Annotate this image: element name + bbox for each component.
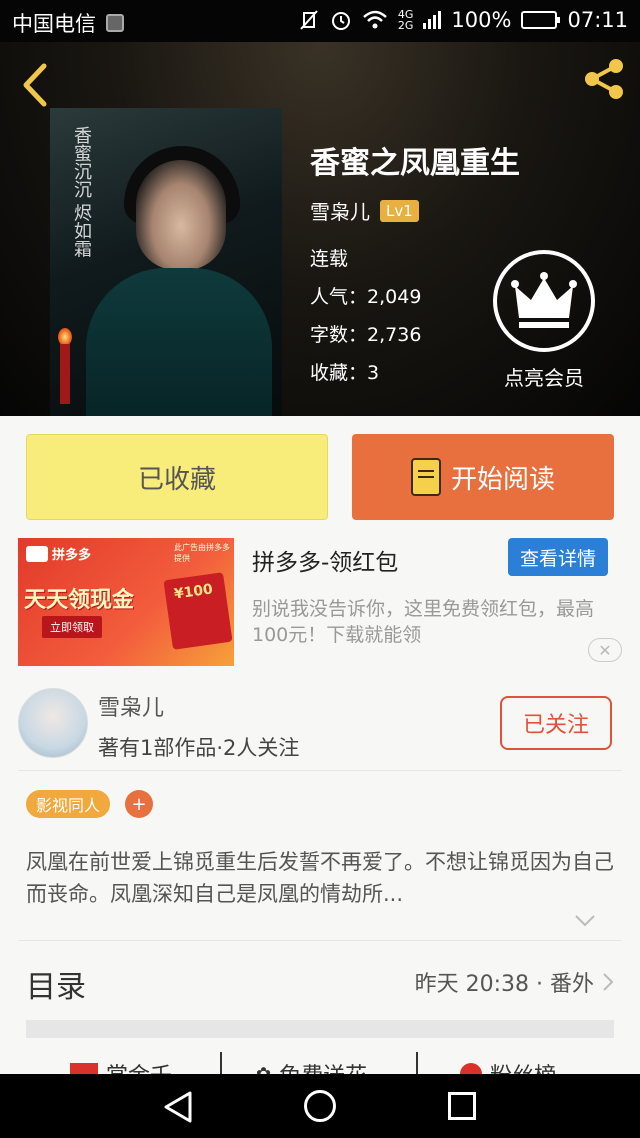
carrier-label: 中国电信 (12, 12, 96, 36)
avatar[interactable] (18, 688, 88, 758)
ad-brand-logo: 拼多多 (26, 544, 91, 563)
section-spacer (26, 1020, 614, 1038)
add-tag-button[interactable]: + (125, 790, 153, 818)
image-notification-icon (106, 14, 124, 32)
cover-calligraphy: 香蜜沉沉 烬如霜 (71, 126, 92, 258)
alarm-icon (331, 12, 350, 30)
collected-button[interactable]: 已收藏 (26, 434, 328, 520)
favorites-value: 3 (367, 362, 380, 384)
book-title: 香蜜之凤凰重生 (310, 146, 520, 181)
cover-face (136, 160, 226, 270)
tab-separator (220, 1052, 222, 1074)
wifi-icon (363, 10, 387, 29)
word-count-value: 2,736 (367, 324, 422, 346)
ad-banner-button: 立即领取 (42, 616, 102, 638)
tab-reward-label: 赏金壬 (106, 1058, 172, 1074)
crown-icon (511, 272, 577, 328)
vip-label[interactable]: 点亮会员 (494, 362, 594, 391)
ad-brand-name: 拼多多 (52, 548, 92, 563)
popularity-row: 人气：2,049 (310, 282, 421, 309)
nav-home-icon[interactable] (304, 1090, 336, 1122)
cover-figure (86, 268, 272, 416)
ad-description[interactable]: 别说我没告诉你，这里免费领红包，最高100元！下载就能领 (252, 596, 622, 648)
author-card-stats: 著有1部作品·2人关注 (98, 736, 300, 760)
fans-icon (460, 1063, 482, 1074)
tab-reward[interactable]: 赏金壬 (70, 1058, 172, 1074)
tab-send-flowers[interactable]: ✿ 免费送花 (256, 1058, 367, 1075)
share-icon[interactable] (580, 56, 628, 102)
expand-chevron-icon[interactable] (574, 912, 596, 933)
pinduoduo-logo-icon (26, 545, 48, 562)
clock: 07:11 (567, 8, 628, 32)
book-icon (410, 458, 441, 496)
author-row: 雪枭儿 Lv1 (310, 196, 419, 225)
popularity-label: 人气： (310, 286, 368, 308)
follow-button[interactable]: 已关注 (500, 696, 612, 750)
favorites-row: 收藏：3 (310, 358, 379, 385)
popularity-value: 2,049 (367, 286, 422, 308)
reward-icon (70, 1063, 98, 1074)
tab-fans-rank[interactable]: 粉丝榜 (460, 1058, 556, 1074)
collected-label: 已收藏 (137, 464, 216, 495)
flower-icon: ✿ (256, 1063, 272, 1075)
ad-banner-slogan: 天天领现金 (24, 588, 135, 613)
tab-fans-rank-label: 粉丝榜 (490, 1058, 556, 1074)
word-count-row: 字数：2,736 (310, 320, 421, 347)
genre-tag[interactable]: 影视同人 (26, 790, 111, 818)
word-count-label: 字数： (310, 324, 368, 346)
ad-title[interactable]: 拼多多-领红包 (252, 543, 398, 577)
author-card-name[interactable]: 雪枭儿 (98, 690, 164, 722)
tab-send-flowers-label: 免费送花 (279, 1058, 367, 1074)
tab-separator (416, 1052, 418, 1074)
toc-latest-update[interactable]: 昨天 20:38 · 番外 (415, 966, 614, 998)
favorites-label: 收藏： (310, 362, 368, 384)
start-reading-label: 开始阅读 (450, 464, 555, 495)
toc-latest-text: 昨天 20:38 · 番外 (414, 972, 594, 997)
status-bar: 中国电信 4G 2G 100% 07:11 (0, 0, 640, 42)
system-nav-bar (0, 1074, 640, 1138)
back-icon[interactable] (18, 62, 54, 108)
synopsis-text[interactable]: 凤凰在前世爱上锦觅重生后发誓不再爱了。不想让锦觅因为自己而丧命。凤凰深知自己是凤… (26, 846, 614, 910)
chevron-right-icon (603, 973, 614, 991)
vibrate-off-icon (300, 10, 318, 30)
signal-icon (423, 11, 442, 29)
ad-detail-button[interactable]: 查看详情 (508, 538, 608, 576)
ad-close-icon[interactable]: ✕ (588, 638, 622, 662)
toc-label[interactable]: 目录 (26, 962, 86, 1006)
book-author[interactable]: 雪枭儿 (310, 196, 370, 225)
level-badge: Lv1 (380, 199, 419, 222)
battery-percent: 100% (451, 8, 512, 32)
bottom-tab-row: 赏金壬 ✿ 免费送花 粉丝榜 (0, 1052, 640, 1074)
serial-status: 连载 (310, 248, 349, 270)
book-header: 香蜜沉沉 烬如霜 香蜜之凤凰重生 雪枭儿 Lv1 连载 人气：2,049 字数：… (0, 42, 640, 416)
divider (18, 940, 622, 941)
battery-icon (521, 11, 561, 29)
network-type: 4G 2G (397, 8, 414, 32)
divider (18, 770, 622, 771)
nav-recents-icon[interactable] (448, 1092, 476, 1120)
vip-button[interactable] (493, 250, 595, 352)
candle (60, 344, 70, 404)
book-cover[interactable]: 香蜜沉沉 烬如霜 (50, 108, 282, 416)
start-reading-button[interactable]: 开始阅读 (352, 434, 614, 520)
nav-back-icon[interactable] (162, 1090, 194, 1124)
ad-banner-note: 此广告由拼多多提供 (174, 543, 230, 563)
ad-banner-image[interactable]: 拼多多 此广告由拼多多提供 天天领现金 立即领取 ¥100 (18, 538, 234, 666)
